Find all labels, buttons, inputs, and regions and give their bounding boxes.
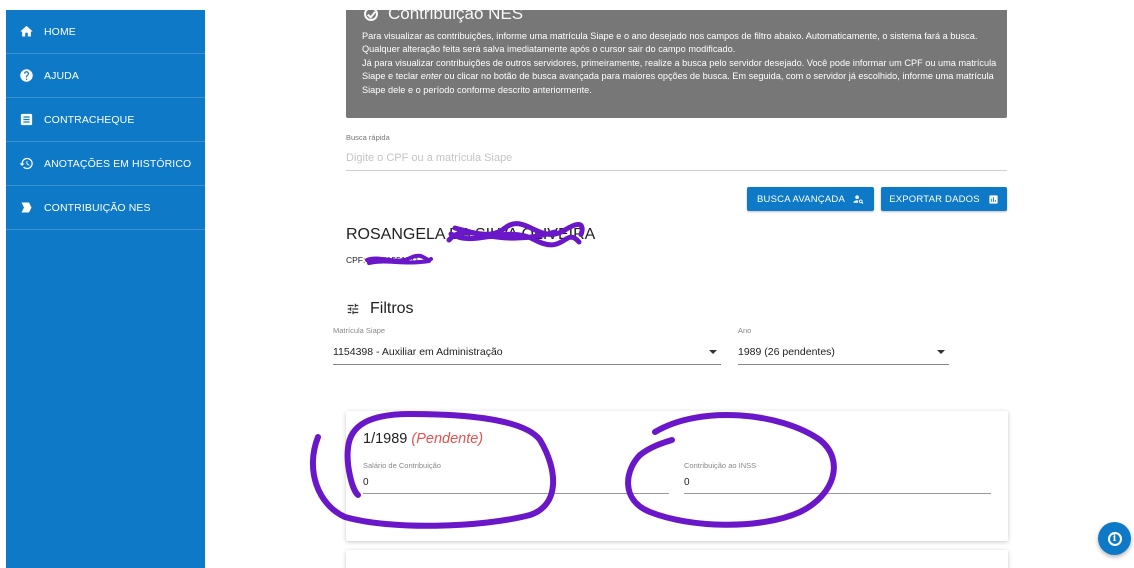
sidebar-item-label: CONTRACHEQUE [44,113,135,126]
info-paragraph-2: Já para visualizar contribuições de outr… [362,57,998,97]
salario-field[interactable]: 0 [363,472,669,494]
salario-value: 0 [363,477,369,488]
person-cpf: CPF: 01041551171 [346,255,420,265]
status-badge: (Pendente) [411,431,484,447]
sidebar-item-contracheque[interactable]: CONTRACHEQUE [6,98,205,142]
check-circle-icon [364,7,378,21]
contribution-card-next [346,550,1008,568]
ano-value: 1989 (26 pendentes) [738,345,835,358]
info-panel: Contribuição NES Para visualizar as cont… [346,4,1007,118]
info-paragraph-2-part-b: ou clicar no botão de busca avançada par… [362,71,994,95]
filters-title-text: Filtros [370,300,414,317]
inss-field[interactable]: 0 [684,472,991,494]
info-fab-button[interactable]: i [1098,522,1131,555]
export-data-button[interactable]: EXPORTAR DADOS [881,187,1007,211]
person-search-icon [853,194,864,204]
person-name: ROSANGELA DA SILVA OLIVEIRA [346,226,596,243]
advanced-search-button[interactable]: BUSCA AVANÇADA [747,187,874,211]
chart-icon [989,194,998,204]
sidebar-item-ajuda[interactable]: AJUDA [6,54,205,98]
home-icon [18,24,34,40]
sidebar-item-anotacoes[interactable]: ANOTAÇÕES EM HISTÓRICO [6,142,205,186]
dropdown-arrow-icon [937,349,945,354]
export-data-label: EXPORTAR DADOS [889,193,980,205]
info-paragraph-1: Para visualizar as contribuições, inform… [362,31,978,55]
main-content: Contribuição NES Para visualizar as cont… [205,4,1134,568]
top-bar [0,0,1134,10]
app-root: HOME AJUDA CONTRACHEQUE ANOTAÇÕES EM HIS… [0,0,1134,568]
info-title-text: Contribuição NES [388,4,524,23]
sidebar-item-home[interactable]: HOME [6,10,205,54]
ano-select[interactable]: 1989 (26 pendentes) [738,339,949,365]
sidebar-item-label: HOME [44,25,76,38]
info-icon: i [1107,531,1122,546]
help-icon [18,68,34,84]
contribution-card: 1/1989 (Pendente) Salário de Contribuiçã… [346,411,1008,541]
advanced-search-label: BUSCA AVANÇADA [757,193,845,205]
dropdown-arrow-icon [709,349,717,354]
sidebar-item-contribuicao-nes[interactable]: CONTRIBUIÇÃO NES [6,186,205,230]
sidebar: HOME AJUDA CONTRACHEQUE ANOTAÇÕES EM HIS… [6,10,205,568]
matricula-select[interactable]: 1154398 - Auxiliar em Administração [333,339,721,365]
info-text: Para visualizar as contribuições, inform… [362,30,998,97]
ano-label: Ano [738,326,752,335]
info-title: Contribuição NES [364,4,523,24]
inss-value: 0 [684,477,690,488]
info-paragraph-2-enter: enter [420,71,442,82]
matricula-label: Matrícula Siape [333,326,386,335]
quick-search-input[interactable] [346,145,1007,171]
card-month: 1/1989 (Pendente) [363,431,483,447]
inss-label: Contribuição ao INSS [684,461,757,470]
tune-icon [347,303,359,315]
card-month-text: 1/1989 [363,431,408,447]
quick-search-label: Busca rápida [346,133,390,142]
send-icon [18,200,34,216]
filters-heading: Filtros [346,300,414,318]
matricula-value: 1154398 - Auxiliar em Administração [333,345,503,358]
sidebar-item-label: ANOTAÇÕES EM HISTÓRICO [44,157,192,170]
document-icon [18,112,34,128]
history-icon [18,156,34,172]
sidebar-item-label: AJUDA [44,69,79,82]
salario-label: Salário de Contribuição [363,461,441,470]
sidebar-item-label: CONTRIBUIÇÃO NES [44,201,151,214]
